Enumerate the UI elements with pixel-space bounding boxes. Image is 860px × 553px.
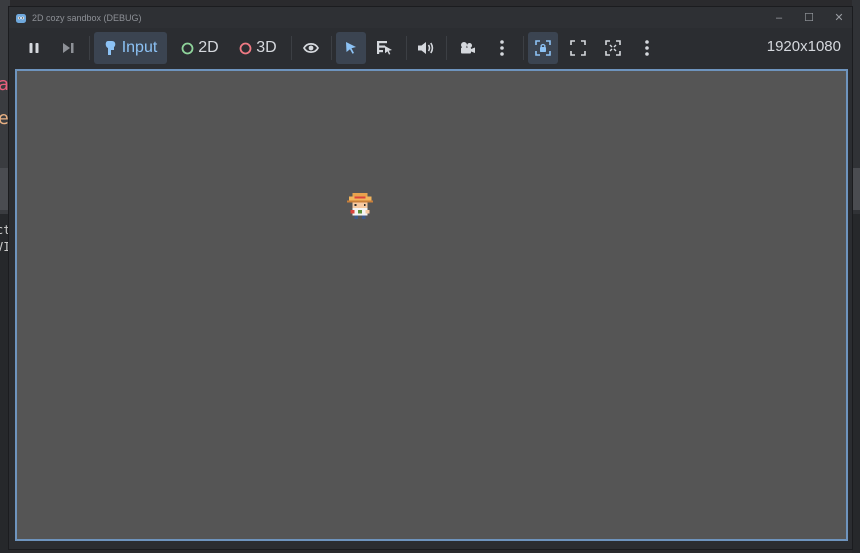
minimize-button[interactable]: – — [764, 7, 794, 28]
speaker-icon — [418, 42, 434, 54]
visibility-button[interactable] — [299, 32, 323, 64]
toolbar-separator — [89, 36, 90, 60]
title-bar[interactable]: 2D cozy sandbox (DEBUG) – ☐ ✕ — [9, 7, 852, 28]
toolbar-separator — [331, 36, 332, 60]
circle-2d-icon — [181, 42, 194, 54]
godot-icon — [16, 13, 26, 23]
select-tool-button[interactable] — [336, 32, 366, 64]
background-editor-right — [852, 0, 860, 553]
next-frame-button[interactable] — [57, 32, 79, 64]
eye-icon — [303, 42, 319, 54]
game-viewport[interactable] — [15, 69, 848, 541]
keep-aspect-button[interactable] — [566, 32, 590, 64]
toolbar-separator — [406, 36, 407, 60]
player-character-sprite — [346, 192, 374, 220]
list-cursor-icon — [377, 41, 392, 55]
mode-3d-label: 3D — [256, 39, 277, 56]
pause-button[interactable] — [23, 32, 45, 64]
fixed-size-icon — [535, 40, 551, 56]
close-button[interactable]: ✕ — [824, 7, 854, 28]
toolbar-separator — [523, 36, 524, 60]
input-icon — [105, 41, 116, 55]
more-vertical-icon — [645, 40, 649, 56]
resolution-label: 1920x1080 — [766, 38, 841, 55]
maximize-button[interactable]: ☐ — [794, 7, 824, 28]
background-panel — [852, 214, 860, 553]
fullscreen-icon — [605, 40, 621, 56]
circle-3d-icon — [239, 42, 252, 54]
audio-button[interactable] — [414, 32, 438, 64]
cursor-arrow-icon — [346, 42, 356, 54]
mode-2d-label: 2D — [198, 39, 219, 56]
background-band — [852, 168, 860, 210]
minimize-icon: – — [775, 11, 783, 24]
next-frame-icon — [63, 43, 74, 53]
toolbar-separator — [291, 36, 292, 60]
embed-options-button[interactable] — [637, 32, 657, 64]
game-window: 2D cozy sandbox (DEBUG) – ☐ ✕ Input 2D 3… — [8, 6, 853, 550]
list-select-button[interactable] — [373, 32, 397, 64]
camera-options-button[interactable] — [492, 32, 512, 64]
game-toolbar: Input 2D 3D 1920x1080 — [9, 28, 852, 68]
input-toggle-button[interactable]: Input — [94, 32, 167, 64]
close-icon: ✕ — [834, 12, 844, 24]
window-title: 2D cozy sandbox (DEBUG) — [32, 12, 142, 23]
fixed-size-button[interactable] — [528, 32, 558, 64]
more-vertical-icon — [500, 40, 504, 56]
mode-3d-button[interactable]: 3D — [234, 32, 282, 64]
expand-corners-icon — [570, 40, 586, 56]
maximize-icon: ☐ — [804, 12, 814, 24]
pause-icon — [29, 43, 39, 53]
camera-override-button[interactable] — [455, 32, 479, 64]
mode-2d-button[interactable]: 2D — [176, 32, 224, 64]
input-label: Input — [121, 39, 158, 56]
toolbar-separator — [446, 36, 447, 60]
camera-icon — [461, 42, 475, 54]
stretch-button[interactable] — [601, 32, 625, 64]
